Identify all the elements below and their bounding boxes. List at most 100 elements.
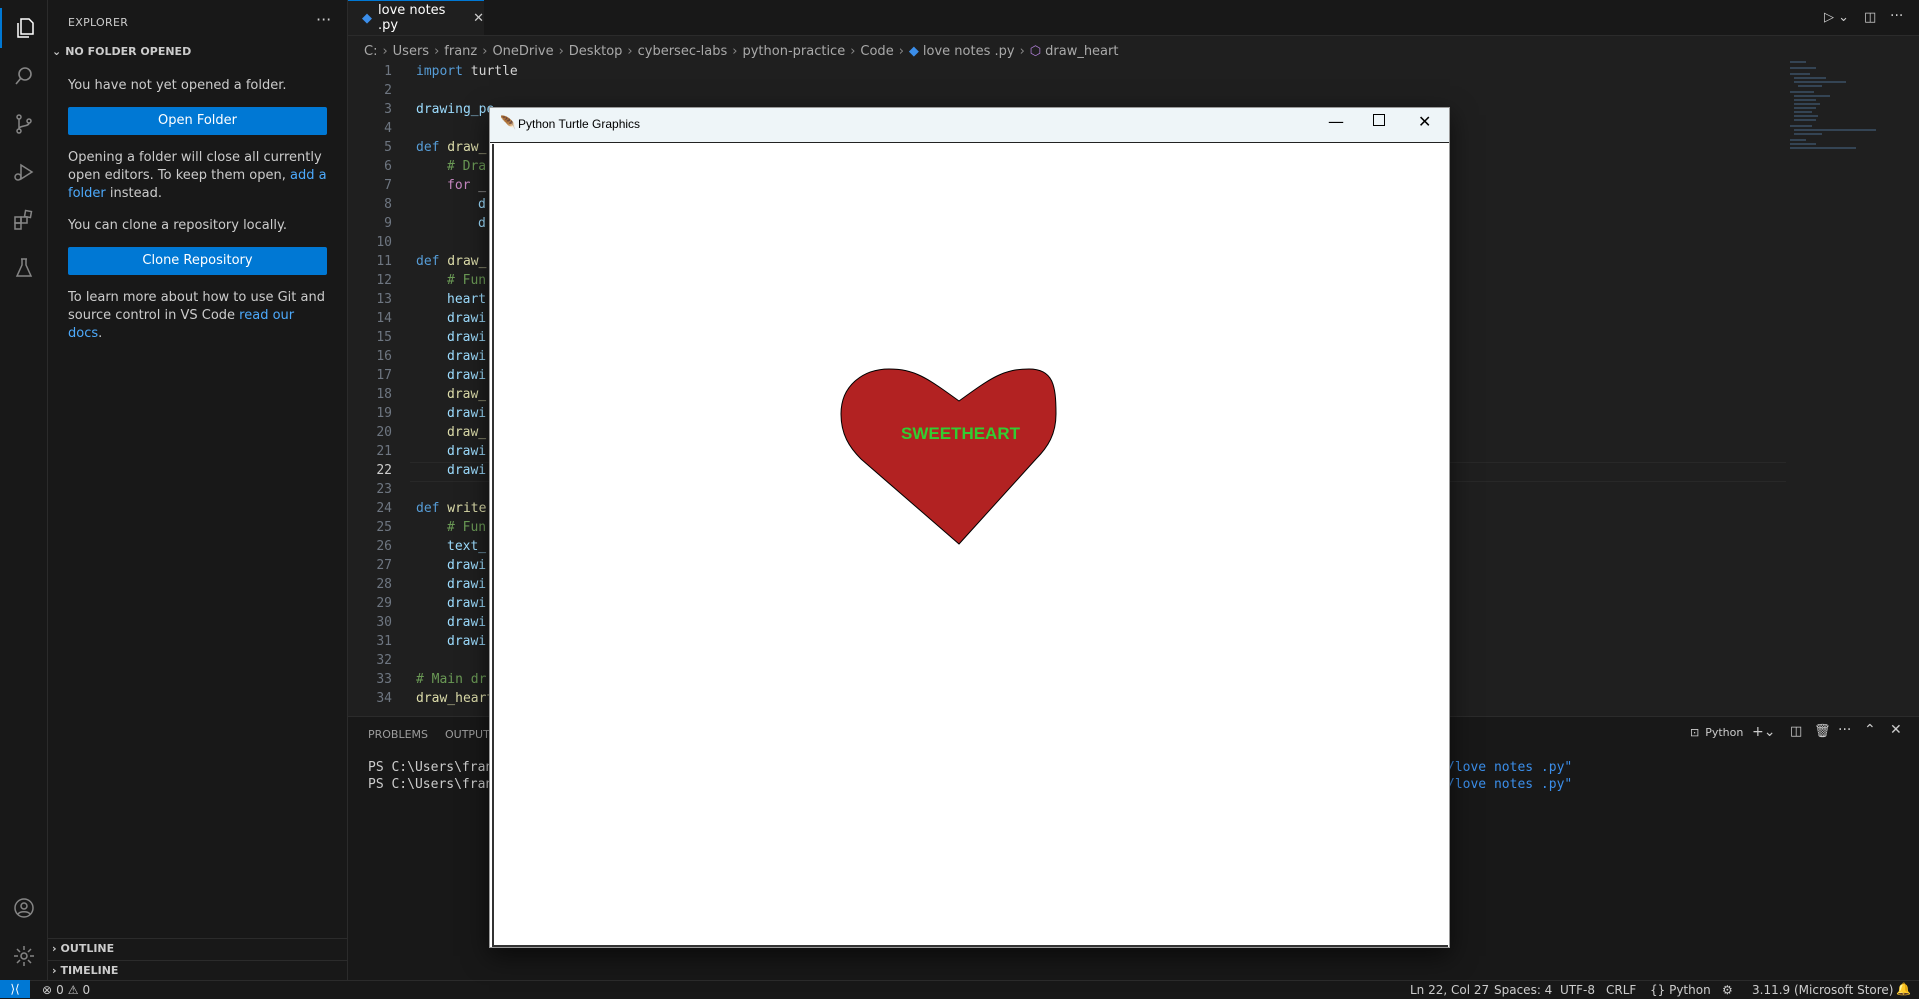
line-number: 11 xyxy=(376,254,392,269)
code-comment: # Main dr xyxy=(416,672,487,687)
keyword: def xyxy=(416,254,440,269)
terminal-selector[interactable]: ⊡ Python xyxy=(1690,726,1743,739)
line-number: 30 xyxy=(376,615,392,630)
search-icon[interactable] xyxy=(0,56,47,96)
run-debug-icon[interactable] xyxy=(0,152,47,192)
problems-status[interactable]: ⊗ 0 ⚠ 0 xyxy=(42,983,90,997)
breadcrumb-item[interactable]: Desktop xyxy=(569,44,623,59)
code-line: drawi xyxy=(447,558,487,573)
split-editor-icon[interactable]: ◫ xyxy=(1864,10,1876,25)
chevron-right-icon: › xyxy=(627,44,633,59)
terminal-line: PS C:\Users\franz xyxy=(368,760,502,775)
keyword: import xyxy=(416,64,463,79)
line-number: 8 xyxy=(384,197,392,212)
code-line: drawi xyxy=(447,463,487,478)
line-number: 19 xyxy=(376,406,392,421)
feather-icon: 🪶 xyxy=(500,116,517,131)
run-file-icon[interactable]: ▷ ⌄ xyxy=(1824,10,1849,25)
add-terminal-icon[interactable]: +⌄ xyxy=(1752,724,1775,740)
python-interpreter[interactable]: 3.11.9 (Microsoft Store) xyxy=(1752,983,1894,997)
maximize-panel-icon[interactable]: ⌃ xyxy=(1864,722,1876,738)
code-line: drawi xyxy=(447,596,487,611)
chevron-right-icon: › xyxy=(1019,44,1025,59)
code-line: def write xyxy=(416,501,486,516)
split-terminal-icon[interactable]: ◫ xyxy=(1790,724,1802,739)
breadcrumb-item[interactable]: love notes .py xyxy=(923,44,1015,59)
code-line: draw_ xyxy=(447,425,487,440)
line-number: 10 xyxy=(376,235,392,250)
breadcrumb-item[interactable]: franz xyxy=(444,44,477,59)
python-file-icon: ◆ xyxy=(908,44,919,59)
source-control-icon[interactable] xyxy=(0,104,47,144)
code-text: turtle xyxy=(462,64,518,79)
turtle-window-titlebar[interactable]: 🪶 Python Turtle Graphics — ✕ xyxy=(490,108,1449,143)
breadcrumb-item[interactable]: draw_heart xyxy=(1045,44,1118,59)
code-line: def draw_ xyxy=(416,140,486,155)
remote-indicator[interactable]: ⟩⟨ xyxy=(0,980,30,998)
open-folder-button[interactable]: Open Folder xyxy=(68,107,327,135)
line-number: 7 xyxy=(384,178,392,193)
code-line: drawi xyxy=(447,311,487,326)
maximize-icon[interactable] xyxy=(1373,114,1385,126)
tab-problems[interactable]: PROBLEMS xyxy=(368,728,428,741)
docs-text-end: . xyxy=(98,326,103,341)
gear-icon[interactable] xyxy=(0,936,47,976)
more-actions-icon[interactable]: ··· xyxy=(316,10,331,29)
function-name: write xyxy=(439,501,487,516)
function-name: draw_ xyxy=(439,254,487,269)
account-icon[interactable] xyxy=(0,888,47,928)
eol-status[interactable]: CRLF xyxy=(1606,983,1636,997)
minimap[interactable] xyxy=(1786,58,1896,158)
terminal-icon: ⊡ xyxy=(1690,726,1700,739)
notifications-icon[interactable]: 🔔 xyxy=(1896,982,1911,996)
cursor-position[interactable]: Ln 22, Col 27 xyxy=(1410,983,1489,997)
breadcrumb-item[interactable]: Code xyxy=(860,44,893,59)
breadcrumb-item[interactable]: C: xyxy=(364,44,377,59)
code-comment: # Fun xyxy=(447,520,487,535)
breadcrumb-item[interactable]: OneDrive xyxy=(492,44,553,59)
close-icon[interactable]: ✕ xyxy=(1418,112,1431,131)
minimize-icon[interactable]: — xyxy=(1328,112,1344,131)
extensions-icon[interactable] xyxy=(0,200,47,240)
breadcrumb-item[interactable]: python-practice xyxy=(742,44,845,59)
tab-output[interactable]: OUTPUT xyxy=(445,728,490,741)
language-mode[interactable]: {} Python xyxy=(1650,983,1711,997)
code-line: text_ xyxy=(447,539,487,554)
breadcrumb-item[interactable]: cybersec-labs xyxy=(638,44,728,59)
python-file-icon: ◆ xyxy=(362,10,372,26)
line-number: 23 xyxy=(376,482,392,497)
code-line: drawi xyxy=(447,406,487,421)
explorer-icon[interactable] xyxy=(0,8,49,48)
close-icon[interactable]: ✕ xyxy=(473,11,484,26)
outline-label: OUTLINE xyxy=(60,942,115,955)
more-actions-icon[interactable]: ··· xyxy=(1838,722,1851,738)
terminal-name: Python xyxy=(1705,726,1744,739)
function-name: draw_ xyxy=(439,140,487,155)
outline-section[interactable]: › OUTLINE xyxy=(48,938,347,958)
timeline-section[interactable]: › TIMELINE xyxy=(48,960,347,980)
more-actions-icon[interactable]: ··· xyxy=(1890,8,1903,24)
close-panel-icon[interactable]: ✕ xyxy=(1890,722,1902,738)
testing-icon[interactable] xyxy=(0,248,47,288)
line-number: 34 xyxy=(376,691,392,706)
indentation-status[interactable]: Spaces: 4 xyxy=(1494,983,1552,997)
copilot-icon[interactable]: ⚙ xyxy=(1722,983,1733,997)
tab-love-notes-py[interactable]: ◆ love notes .py ✕ xyxy=(348,0,484,35)
breadcrumb-item[interactable]: Users xyxy=(393,44,429,59)
terminal-line-tail: /love notes .py" xyxy=(1447,777,1573,792)
turtle-window-title: Python Turtle Graphics xyxy=(518,117,641,131)
code-line: def draw_ xyxy=(416,254,486,269)
clone-repository-button[interactable]: Clone Repository xyxy=(68,247,327,275)
chevron-right-icon: › xyxy=(558,44,564,59)
encoding-status[interactable]: UTF-8 xyxy=(1560,983,1595,997)
trash-icon[interactable]: 🗑 xyxy=(1814,724,1831,739)
chevron-right-icon: › xyxy=(382,44,388,59)
breadcrumb: C: › Users › franz › OneDrive › Desktop › cybersec… xyxy=(364,44,1118,59)
keyword: def xyxy=(416,140,440,155)
turtle-graphics-window[interactable]: 🪶 Python Turtle Graphics — ✕ SWEETHEART xyxy=(489,107,1450,948)
chevron-right-icon: › xyxy=(850,44,856,59)
line-number: 15 xyxy=(376,330,392,345)
no-folder-section-header[interactable]: ⌄ NO FOLDER OPENED xyxy=(52,45,191,58)
turtle-canvas[interactable]: SWEETHEART xyxy=(492,144,1448,947)
code-comment: # Dra xyxy=(447,159,487,174)
